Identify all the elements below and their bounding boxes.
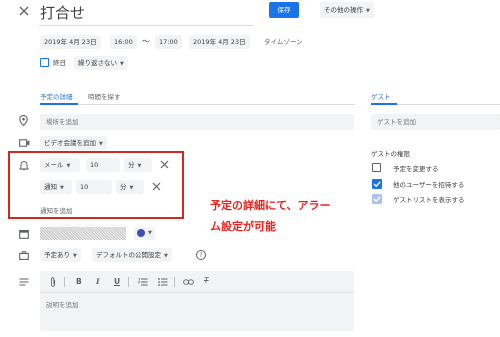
permission-modify-checkbox[interactable] <box>372 163 381 172</box>
chevron-down-icon: ▼ <box>120 61 124 67</box>
availability-label: 予定あり <box>44 251 70 259</box>
tab-details[interactable]: 予定の詳細 <box>40 91 73 101</box>
all-day-checkbox[interactable] <box>40 58 49 67</box>
toolbar-separator <box>64 277 65 287</box>
permission-see-list-label: ゲストリストを表示する <box>393 196 465 204</box>
more-actions-label: その他の操作 <box>324 6 363 14</box>
start-date-field[interactable]: 2019年 4月 23日 <box>40 35 101 49</box>
calendar-icon <box>19 229 29 239</box>
title-underline <box>39 25 254 26</box>
description-placeholder: 説明を追加 <box>46 301 79 309</box>
close-icon[interactable] <box>19 6 29 16</box>
chevron-down-icon: ▼ <box>99 141 103 147</box>
attachment-icon[interactable] <box>50 277 56 287</box>
italic-icon[interactable]: I <box>96 277 100 286</box>
location-placeholder: 場所を追加 <box>46 118 79 126</box>
formatting-toolbar <box>40 271 354 293</box>
link-icon[interactable] <box>183 279 194 285</box>
chevron-down-icon: ▼ <box>164 253 168 259</box>
location-input[interactable]: 場所を追加 <box>40 114 354 130</box>
chevron-down-icon: ▼ <box>148 230 152 236</box>
highlight-box <box>8 151 184 219</box>
add-conference-button[interactable]: ビデオ会議を追加 ▼ <box>40 136 107 150</box>
end-date-field[interactable]: 2019年 4月 23日 <box>189 35 250 49</box>
toolbar-separator <box>128 277 129 287</box>
event-color-picker[interactable]: ▼ <box>134 227 155 240</box>
video-camera-icon <box>19 139 30 147</box>
timezone-link[interactable]: タイムゾーン <box>264 35 303 49</box>
add-guest-placeholder: ゲストを追加 <box>377 118 416 126</box>
description-box[interactable]: B I U T 説明を追加 <box>40 271 354 331</box>
annotation-line1: 予定の詳細にて、アラー <box>210 199 331 212</box>
help-icon[interactable]: ? <box>196 250 206 260</box>
description-lines-icon <box>19 278 29 286</box>
repeat-dropdown[interactable]: 繰り返さない ▼ <box>74 56 128 70</box>
location-pin-icon <box>19 115 28 126</box>
permission-modify-label: 予定を変更する <box>393 165 439 173</box>
tab-guests[interactable]: ゲスト <box>371 91 391 101</box>
toolbar-separator <box>174 277 175 287</box>
visibility-label: デフォルトの公開設定 <box>96 251 161 259</box>
chevron-down-icon: ▼ <box>73 253 77 259</box>
visibility-dropdown[interactable]: デフォルトの公開設定 ▼ <box>92 248 172 262</box>
add-guest-input[interactable]: ゲストを追加 <box>371 114 500 130</box>
briefcase-icon <box>19 251 29 260</box>
availability-dropdown[interactable]: 予定あり ▼ <box>40 248 81 262</box>
annotation-line2: ム設定が可能 <box>210 220 276 233</box>
end-time-field[interactable]: 17:00 <box>155 35 182 49</box>
permission-see-list-checkbox[interactable] <box>372 194 382 204</box>
start-time-field[interactable]: 16:00 <box>110 35 137 49</box>
tab-find-time[interactable]: 時間を探す <box>88 91 121 101</box>
permission-invite-checkbox[interactable] <box>372 179 382 189</box>
bold-icon[interactable]: B <box>76 277 82 286</box>
time-separator: 〜 <box>142 37 150 46</box>
more-actions-button[interactable]: その他の操作 ▼ <box>320 2 374 18</box>
event-color-dot <box>137 228 145 237</box>
guest-permissions-heading: ゲストの権限 <box>371 150 410 158</box>
save-button[interactable]: 保存 <box>269 2 299 18</box>
bulleted-list-icon[interactable] <box>158 278 168 286</box>
clear-formatting-icon[interactable]: T <box>204 276 209 285</box>
permission-invite-label: 他のユーザーを招待する <box>393 181 465 189</box>
guests-tab-active-indicator <box>371 103 397 105</box>
tab-active-indicator <box>40 103 78 105</box>
repeat-label: 繰り返さない <box>78 59 117 67</box>
numbered-list-icon[interactable] <box>138 278 148 286</box>
calendar-owner-redacted[interactable] <box>40 227 126 240</box>
conference-label: ビデオ会議を追加 <box>44 139 96 147</box>
all-day-label: 終日 <box>53 59 66 67</box>
chevron-down-icon: ▼ <box>366 8 370 14</box>
tab-divider <box>40 104 355 105</box>
event-title[interactable]: 打合せ <box>40 2 85 23</box>
underline-icon[interactable]: U <box>114 277 120 286</box>
